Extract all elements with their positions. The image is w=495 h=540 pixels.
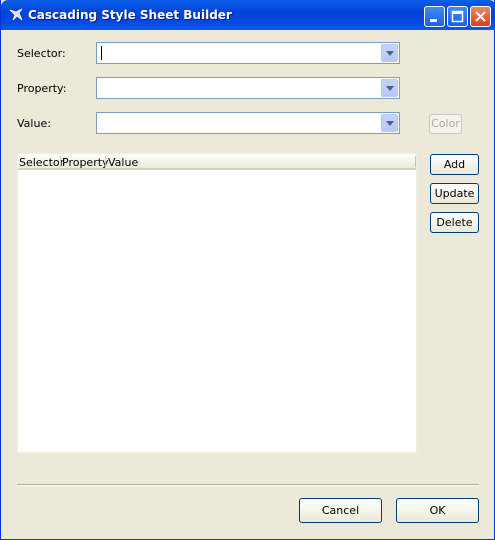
close-icon (475, 11, 486, 22)
app-icon (9, 8, 23, 21)
add-button[interactable]: Add (430, 154, 479, 175)
column-header-value[interactable]: Value (108, 156, 138, 169)
text-caret (101, 46, 102, 60)
update-button[interactable]: Update (430, 183, 479, 204)
property-combobox[interactable] (96, 77, 400, 99)
divider (17, 484, 479, 486)
maximize-button[interactable] (447, 6, 468, 27)
window-title: Cascading Style Sheet Builder (28, 8, 232, 22)
value-combobox[interactable] (96, 112, 400, 134)
ok-button[interactable]: OK (396, 498, 479, 523)
minimize-icon (430, 19, 437, 22)
maximize-icon (451, 10, 464, 23)
chevron-down-icon[interactable] (381, 114, 398, 132)
table-header: Selector Property Value (18, 154, 416, 170)
selector-label: Selector: (17, 47, 66, 60)
chevron-down-icon[interactable] (381, 79, 398, 97)
column-divider[interactable] (415, 156, 416, 167)
property-label: Property: (17, 82, 67, 95)
css-builder-window: Cascading Style Sheet Builder Selector: … (0, 0, 495, 540)
close-button[interactable] (470, 6, 491, 27)
rules-table[interactable]: Selector Property Value (17, 153, 417, 453)
color-button[interactable]: Color (429, 114, 462, 134)
title-bar[interactable]: Cascading Style Sheet Builder (1, 0, 495, 30)
chevron-down-icon[interactable] (381, 44, 398, 62)
selector-combobox[interactable] (96, 42, 400, 64)
column-header-selector[interactable]: Selector (19, 156, 64, 169)
minimize-button[interactable] (424, 6, 445, 27)
value-label: Value: (17, 117, 51, 130)
column-header-property[interactable]: Property (62, 156, 109, 169)
column-divider[interactable] (60, 156, 61, 167)
delete-button[interactable]: Delete (430, 212, 479, 233)
cancel-button[interactable]: Cancel (299, 498, 382, 523)
column-divider[interactable] (105, 156, 106, 167)
